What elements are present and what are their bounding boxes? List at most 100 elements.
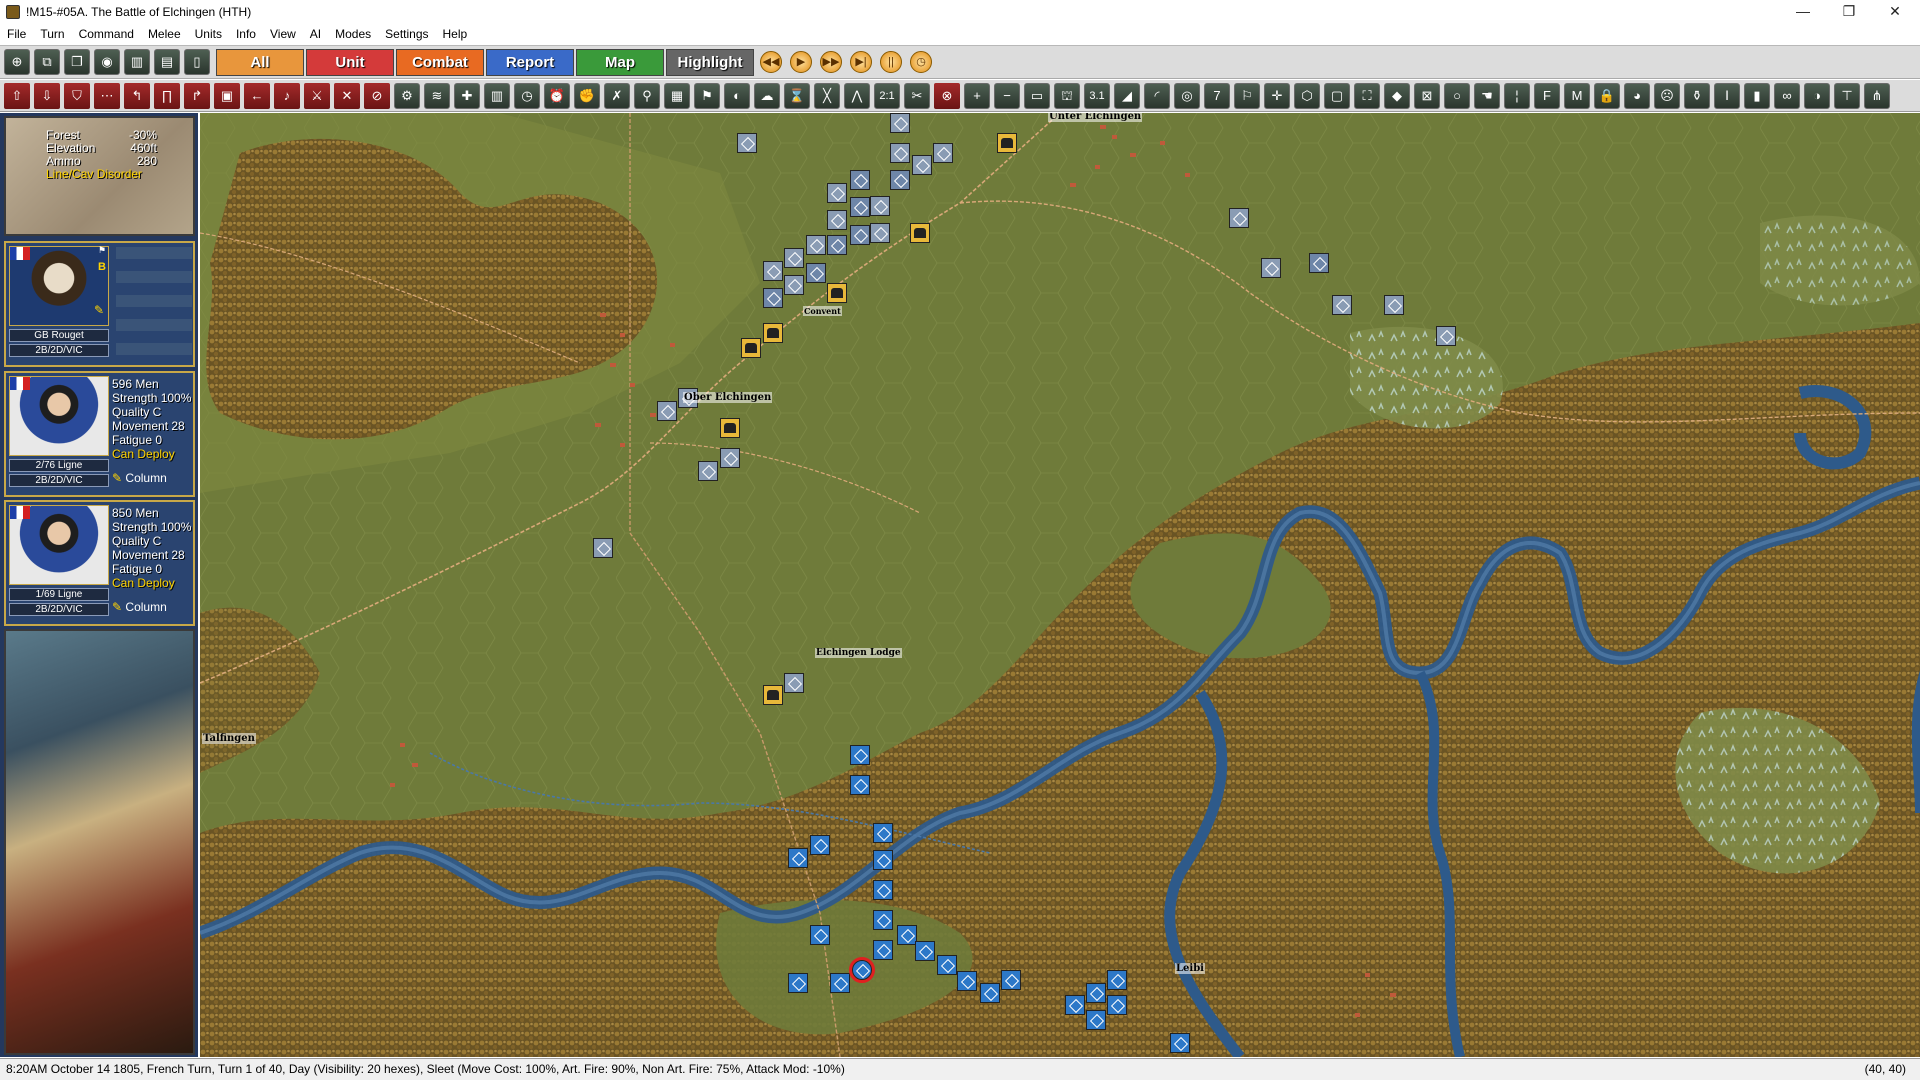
unit-counter[interactable] (873, 910, 893, 930)
lock-icon[interactable]: 🔒 (1594, 83, 1620, 109)
unit-counter[interactable] (890, 113, 910, 133)
artillery-icon[interactable]: ⋀ (844, 83, 870, 109)
menu-units[interactable]: Units (188, 24, 229, 44)
fast-forward-icon[interactable]: ▶▶ (820, 51, 842, 73)
ratio-button[interactable]: 2:1 (874, 83, 900, 109)
no-melee-icon[interactable]: ⊗ (934, 83, 960, 109)
unit-counter[interactable] (890, 170, 910, 190)
binoculars-icon[interactable]: ∞ (1774, 83, 1800, 109)
value-button[interactable]: 3.1 (1084, 83, 1110, 109)
unit-counter[interactable] (720, 418, 740, 438)
clock-small-icon[interactable]: ◷ (514, 83, 540, 109)
unit-counter[interactable] (870, 223, 890, 243)
unit-counter[interactable] (1309, 253, 1329, 273)
unit-counter[interactable] (850, 745, 870, 765)
maximize-button[interactable]: ❐ (1826, 0, 1872, 24)
turn-right-icon[interactable]: ↱ (184, 83, 210, 109)
f-button[interactable]: F (1534, 83, 1560, 109)
unit-counter[interactable] (593, 538, 613, 558)
unit-counter[interactable] (763, 323, 783, 343)
unit-counter[interactable] (827, 283, 847, 303)
unit-counter[interactable] (937, 955, 957, 975)
unit-counter[interactable] (1086, 983, 1106, 1003)
wifi-icon[interactable]: ≋ (424, 83, 450, 109)
tab-highlight[interactable]: Highlight (666, 49, 754, 76)
unit-counter[interactable] (698, 461, 718, 481)
menu-info[interactable]: Info (229, 24, 263, 44)
unit-counter[interactable] (1261, 258, 1281, 278)
zoom-in-icon[interactable]: + (964, 83, 990, 109)
unit-counter[interactable] (827, 235, 847, 255)
menu-file[interactable]: File (0, 24, 33, 44)
tower-icon[interactable]: ⛫ (1054, 83, 1080, 109)
unit-counter[interactable] (830, 973, 850, 993)
org-chart-icon[interactable]: ⊤ (1834, 83, 1860, 109)
unit-counter[interactable] (784, 275, 804, 295)
unit-counter[interactable] (827, 210, 847, 230)
unit-counter[interactable] (850, 197, 870, 217)
battle-map[interactable]: Unter Elchingen Ober Elchingen Convent E… (200, 113, 1920, 1057)
contrast-icon[interactable]: ◑ (1804, 83, 1830, 109)
play-icon[interactable]: ▶ (790, 51, 812, 73)
unit-counter[interactable] (720, 448, 740, 468)
arrow-down-icon[interactable]: ⇩ (34, 83, 60, 109)
pause-icon[interactable]: || (880, 51, 902, 73)
menu-melee[interactable]: Melee (141, 24, 188, 44)
leader-panel[interactable]: B ⚑ ✎ GB Rouget 2B/2D/VIC (4, 241, 195, 367)
unit-counter[interactable] (737, 133, 757, 153)
crossed-swords-icon[interactable]: ✂ (904, 83, 930, 109)
menu-ai[interactable]: AI (303, 24, 328, 44)
alarm-icon[interactable]: ⏰ (544, 83, 570, 109)
unit-counter[interactable] (810, 925, 830, 945)
hierarchy-icon[interactable]: ⋔ (1864, 83, 1890, 109)
bars-icon[interactable]: ▮ (1744, 83, 1770, 109)
book-icon[interactable]: ▥ (124, 49, 150, 75)
layers-icon[interactable]: ◆ (1384, 83, 1410, 109)
unit-counter[interactable] (915, 941, 935, 961)
unit-counter[interactable] (657, 401, 677, 421)
unit-counter[interactable] (806, 235, 826, 255)
unit-panel-1[interactable]: 2/76 Ligne 2B/2D/VIC 596 Men Strength 10… (4, 371, 195, 497)
box-x-icon[interactable]: ⊠ (1414, 83, 1440, 109)
skip-end-icon[interactable]: ▶| (850, 51, 872, 73)
unit-counter[interactable] (850, 775, 870, 795)
unit-counter[interactable] (1436, 326, 1456, 346)
rewind-icon[interactable]: ◀◀ (760, 51, 782, 73)
unit-counter[interactable] (788, 848, 808, 868)
unit-counter[interactable] (763, 685, 783, 705)
m-button[interactable]: M (1564, 83, 1590, 109)
arrow-up-icon[interactable]: ⇧ (4, 83, 30, 109)
zoom-out-icon[interactable]: − (994, 83, 1020, 109)
unit-counter[interactable] (850, 225, 870, 245)
unit-counter[interactable] (912, 155, 932, 175)
unit-counter[interactable] (890, 143, 910, 163)
unit-counter[interactable] (1170, 1033, 1190, 1053)
turn-left-icon[interactable]: ↰ (124, 83, 150, 109)
unit-counter[interactable] (873, 880, 893, 900)
plus-sign-icon[interactable]: ✚ (454, 83, 480, 109)
unit-counter[interactable] (810, 835, 830, 855)
copy-icon[interactable]: ⧉ (34, 49, 60, 75)
unit-counter[interactable] (763, 261, 783, 281)
cross-icon[interactable]: ✕ (334, 83, 360, 109)
arrow-left-icon[interactable]: ← (244, 83, 270, 109)
magnifier-icon[interactable]: ⚲ (634, 83, 660, 109)
x-mark-icon[interactable]: ✗ (604, 83, 630, 109)
unit-counter[interactable] (1384, 295, 1404, 315)
document-icon[interactable]: ▤ (154, 49, 180, 75)
minimize-button[interactable]: — (1780, 0, 1826, 24)
horn-icon[interactable]: ♪ (274, 83, 300, 109)
unit-counter[interactable] (1001, 970, 1021, 990)
unit-counter[interactable] (957, 971, 977, 991)
fist-icon[interactable]: ✊ (574, 83, 600, 109)
hq-icon[interactable]: ▢ (1324, 83, 1350, 109)
unit-counter[interactable] (806, 263, 826, 283)
seven-button[interactable]: 7 (1204, 83, 1230, 109)
unit-counter[interactable] (850, 170, 870, 190)
arc-icon[interactable]: ◜ (1144, 83, 1170, 109)
unit-counter[interactable] (897, 925, 917, 945)
menu-settings[interactable]: Settings (378, 24, 435, 44)
hourglass-icon[interactable]: ⌛ (784, 83, 810, 109)
unit-counter[interactable] (873, 850, 893, 870)
terrain-icon[interactable]: ◢ (1114, 83, 1140, 109)
